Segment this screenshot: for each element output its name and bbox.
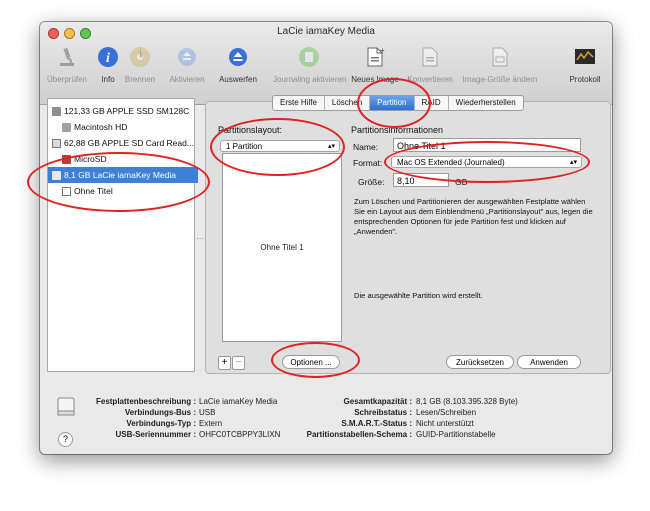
apply-button[interactable]: Anwenden <box>517 355 581 369</box>
volume-icon <box>62 122 71 132</box>
toolbar-log-button[interactable]: Protokoll <box>556 44 612 84</box>
toolbar-journaling-button[interactable]: Journaling aktivieren <box>273 44 346 84</box>
footer-value: Nicht unterstützt <box>416 419 474 428</box>
window-title: LaCie iamaKey Media <box>277 26 375 37</box>
tab-restore[interactable]: Wiederherstellen <box>449 96 523 110</box>
footer-value: 8,1 GB (8.103.395.328 Byte) <box>416 397 518 406</box>
footer-value: Extern <box>199 419 223 428</box>
new-image-icon: + <box>362 44 388 70</box>
footer-value: Lesen/Schreiben <box>416 408 477 417</box>
convert-icon <box>417 44 443 70</box>
disk-footer-icon <box>56 396 76 418</box>
footer-value: USB <box>199 408 216 417</box>
name-label: Name: <box>353 142 379 152</box>
mount-icon <box>174 44 200 70</box>
footer-key: Schreibstatus : <box>354 408 412 417</box>
remove-partition-button[interactable]: − <box>232 356 245 370</box>
journaling-icon <box>296 44 322 70</box>
toolbar: LaCie iamaKey Media Überprüfen i Info Br… <box>40 22 612 105</box>
footer-key: Festplattenbeschreibung : <box>95 397 196 406</box>
status-message: Die ausgewählte Partition wird erstellt. <box>354 291 483 300</box>
footer-key: USB-Seriennummer : <box>115 430 196 439</box>
footer-key: S.M.A.R.T.-Status : <box>341 419 412 428</box>
splitter-handle[interactable]: ⋯ <box>196 234 204 243</box>
disk-list-item[interactable]: 62,88 GB APPLE SD Card Read... <box>48 135 198 151</box>
eject-icon <box>225 44 251 70</box>
footer-value: GUID-Partitionstabelle <box>416 430 496 439</box>
add-partition-button[interactable]: + <box>218 356 231 370</box>
partition-block[interactable]: Ohne Titel 1 <box>223 154 341 341</box>
format-label: Format: <box>353 158 383 168</box>
disk-list: 121,33 GB APPLE SSD SM128C Macintosh HD … <box>47 98 198 372</box>
disk-utility-window: LaCie iamaKey Media Überprüfen i Info Br… <box>40 22 612 454</box>
log-icon <box>572 44 598 70</box>
hard-disk-icon <box>52 106 61 116</box>
annotation-oval-options <box>271 342 360 378</box>
volume-list-item[interactable]: Macintosh HD <box>48 119 208 135</box>
revert-button[interactable]: Zurücksetzen <box>446 355 514 369</box>
resize-image-icon <box>487 44 513 70</box>
toolbar-resize-image-button[interactable]: Image-Größe ändern <box>458 44 542 84</box>
annotation-oval-disk <box>27 152 210 212</box>
microscope-icon <box>54 44 80 70</box>
tab-first-aid[interactable]: Erste Hilfe <box>273 96 325 110</box>
footer-key: Verbindungs-Typ : <box>126 419 196 428</box>
footer-value: LaCie iamaKey Media <box>199 397 278 406</box>
partition-block-label: Ohne Titel 1 <box>260 243 304 252</box>
footer-value: OHFC0TCBPPY3LIXN <box>199 430 281 439</box>
annotation-oval-layout <box>210 118 345 176</box>
burn-disc-icon <box>127 44 153 70</box>
size-label: Größe: <box>358 177 385 187</box>
svg-text:+: + <box>380 46 385 55</box>
footer-key: Partitionstabellen-Schema : <box>306 430 412 439</box>
partition-description: Zum Löschen und Partitionieren der ausge… <box>354 197 593 236</box>
disk-list-item[interactable]: 121,33 GB APPLE SSD SM128C <box>48 103 198 119</box>
annotation-oval-partition-tab <box>357 78 431 128</box>
help-button[interactable]: ? <box>58 432 73 447</box>
footer-key: Verbindungs-Bus : <box>124 408 196 417</box>
toolbar-convert-button[interactable]: Konvertieren <box>400 44 460 84</box>
partition-layout-map: Ohne Titel 1 <box>222 153 342 342</box>
toolbar-eject-button[interactable]: Auswerfen <box>208 44 268 84</box>
annotation-oval-format <box>384 141 590 183</box>
sd-card-icon <box>52 138 61 148</box>
footer-key: Gesamtkapazität : <box>343 397 412 406</box>
